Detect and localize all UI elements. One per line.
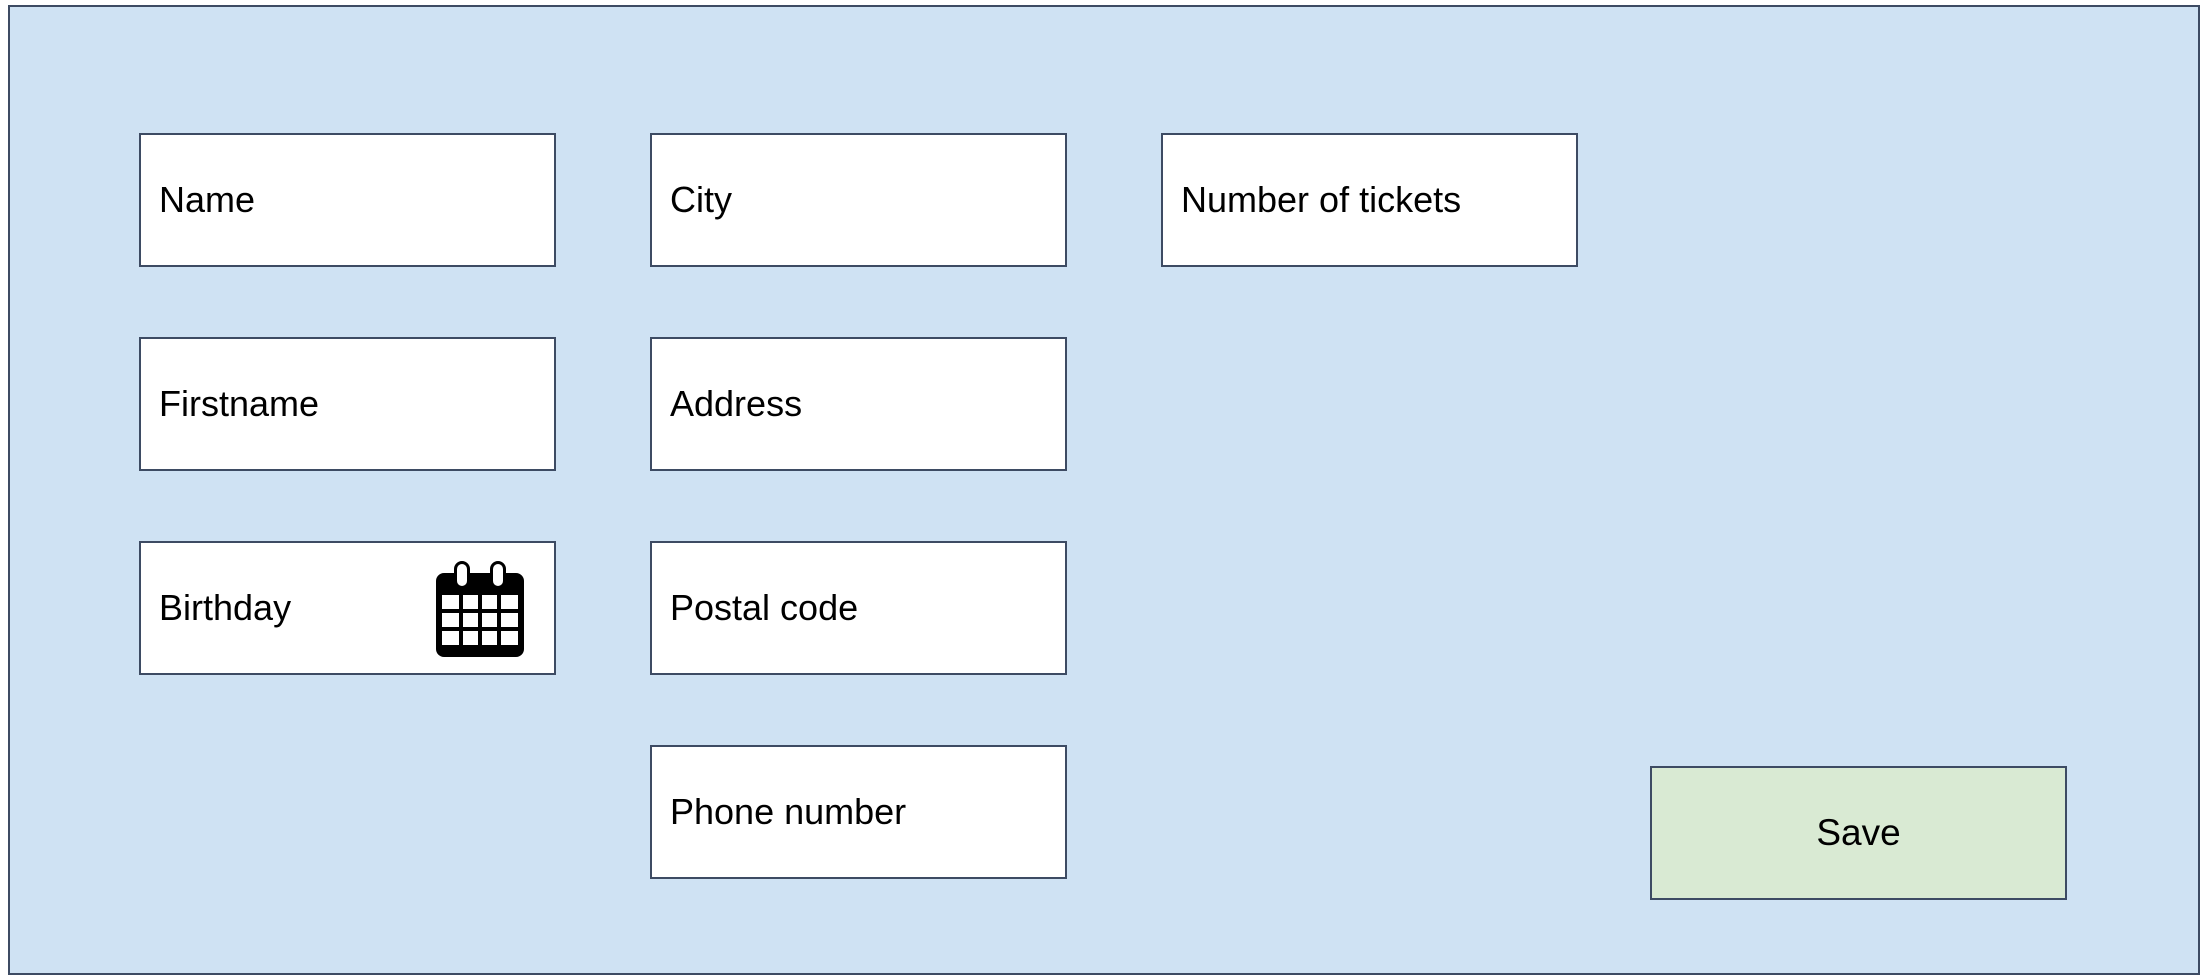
number-of-tickets-field-label: Number of tickets [1181, 179, 1462, 220]
birthday-field[interactable]: Birthday [139, 541, 556, 675]
city-field-label: City [670, 179, 732, 220]
firstname-field-label: Firstname [159, 383, 320, 424]
name-field-label: Name [159, 179, 256, 220]
form-panel: Name Firstname Birthday City Address Pos… [8, 5, 2200, 975]
name-field[interactable]: Name [139, 133, 556, 267]
postal-code-field-label: Postal code [670, 587, 859, 628]
address-field-label: Address [670, 383, 803, 424]
calendar-icon[interactable] [434, 559, 526, 659]
birthday-field-label: Birthday [159, 587, 292, 628]
number-of-tickets-field[interactable]: Number of tickets [1161, 133, 1578, 267]
phone-number-field[interactable]: Phone number [650, 745, 1067, 879]
phone-number-field-label: Phone number [670, 791, 907, 832]
save-button[interactable]: Save [1650, 766, 2067, 900]
city-field[interactable]: City [650, 133, 1067, 267]
address-field[interactable]: Address [650, 337, 1067, 471]
postal-code-field[interactable]: Postal code [650, 541, 1067, 675]
firstname-field[interactable]: Firstname [139, 337, 556, 471]
